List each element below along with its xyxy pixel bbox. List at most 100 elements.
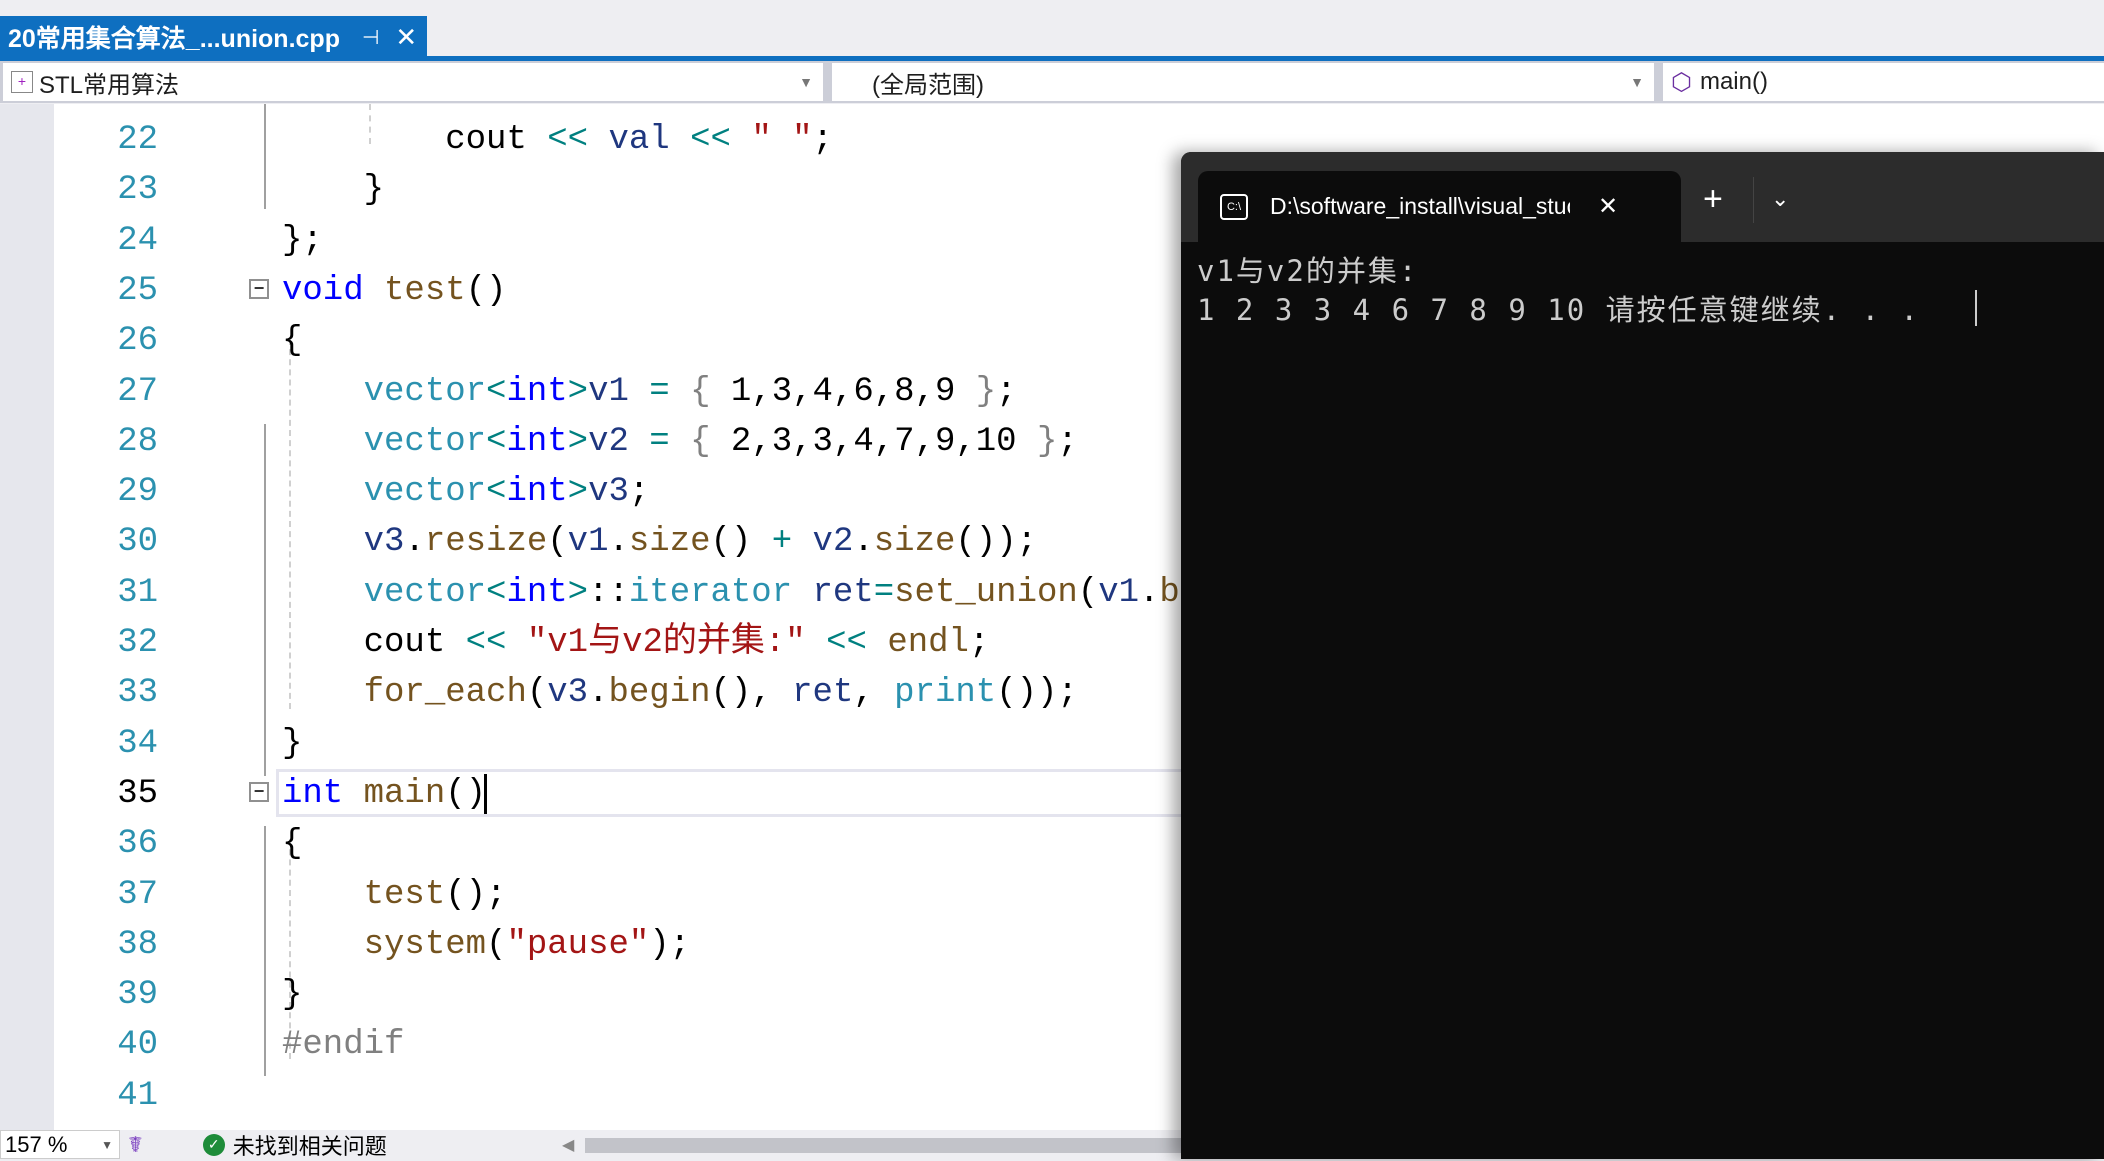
code-token: . — [853, 523, 874, 562]
code-line[interactable]: void test() — [282, 266, 506, 316]
code-token: val — [608, 121, 670, 159]
code-line[interactable]: } — [282, 165, 384, 215]
code-token: test — [363, 875, 446, 914]
code-token: vector — [363, 422, 487, 461]
line-number: 39 — [117, 976, 158, 1015]
code-token: + — [771, 523, 793, 562]
line-number: 27 — [117, 372, 158, 411]
code-token: } — [282, 171, 385, 210]
code-token: . — [588, 674, 609, 713]
editor-gutter — [0, 104, 54, 1130]
code-line[interactable]: }; — [282, 216, 323, 266]
cube-icon: ⬡ — [1671, 68, 1692, 96]
outline-bracket — [264, 104, 266, 209]
close-tab-icon[interactable]: ✕ — [395, 22, 417, 53]
chevron-down-icon[interactable]: ⌄ — [1771, 186, 1789, 212]
pin-icon[interactable]: ⊣ — [362, 25, 379, 50]
document-tab[interactable]: 20常用集合算法_...union.cpp ⊣ ✕ — [0, 16, 427, 58]
code-token: int — [506, 422, 568, 461]
outline-bracket — [264, 424, 266, 776]
intellicode-icon[interactable]: ☤ — [128, 1132, 143, 1158]
code-line[interactable]: #endif — [282, 1020, 404, 1070]
code-line[interactable]: cout << val << " "; — [282, 115, 833, 165]
terminal-tab[interactable]: C:\ D:\software_install\visual_stuc ✕ — [1198, 171, 1681, 242]
code-line[interactable]: } — [282, 970, 302, 1020]
code-line[interactable]: vector<int>v1 = { 1,3,4,6,8,9 }; — [282, 367, 1017, 417]
code-token: < — [486, 372, 507, 411]
issues-status[interactable]: 未找到相关问题 — [233, 1129, 387, 1161]
line-number: 41 — [117, 1076, 158, 1115]
code-token: () — [445, 774, 487, 813]
code-token: ; — [1057, 422, 1078, 461]
code-token: v3 — [588, 473, 629, 512]
code-token: << — [547, 121, 589, 159]
text-caret — [484, 774, 487, 814]
navigation-bar: + STL常用算法 ▼ (全局范围) ▼ ⬡ main() — [0, 61, 2104, 103]
line-number: 40 — [117, 1026, 158, 1065]
code-line[interactable]: test(); — [282, 870, 507, 920]
horizontal-scrollbar[interactable] — [585, 1138, 1285, 1153]
code-line[interactable]: { — [282, 316, 302, 366]
code-token: } — [282, 724, 303, 763]
project-icon: + — [11, 71, 33, 93]
terminal-window[interactable]: C:\ D:\software_install\visual_stuc ✕ + … — [1181, 152, 2104, 1159]
scope-dropdown[interactable]: (全局范围) ▼ — [832, 63, 1654, 101]
line-number: 28 — [117, 422, 158, 461]
code-token: cout — [363, 624, 446, 662]
zoom-level: 157 % — [5, 1131, 68, 1157]
document-tab-title: 20常用集合算法_...union.cpp — [8, 25, 340, 53]
code-token: vector — [363, 473, 487, 512]
code-token: < — [486, 473, 507, 512]
terminal-tab-title: D:\software_install\visual_stuc — [1270, 193, 1570, 219]
collapse-icon[interactable]: − — [249, 782, 269, 802]
code-token: int — [282, 774, 344, 813]
code-token: size — [628, 523, 711, 562]
terminal-cursor — [1975, 290, 1977, 326]
code-line[interactable]: v3.resize(v1.size() + v2.size()); — [282, 517, 1037, 567]
line-number: 35 — [117, 774, 158, 813]
divider — [1753, 177, 1754, 223]
code-token: < — [486, 422, 507, 461]
zoom-dropdown[interactable]: 157 % ▼ — [0, 1130, 120, 1159]
code-line[interactable]: int main() — [282, 769, 486, 819]
collapse-icon[interactable]: − — [249, 279, 269, 299]
code-line[interactable]: cout << "v1与v2的并集:" << endl; — [282, 618, 990, 668]
console-icon: C:\ — [1220, 193, 1248, 220]
project-dropdown[interactable]: + STL常用算法 ▼ — [3, 63, 823, 101]
code-token: v2 — [812, 523, 854, 562]
code-token: ret — [812, 573, 874, 612]
code-token: << — [465, 624, 507, 662]
outline-bracket — [264, 826, 266, 1076]
new-tab-button[interactable]: + — [1703, 180, 1723, 219]
code-token: int — [506, 473, 568, 512]
line-number: 30 — [117, 523, 158, 562]
code-line[interactable]: vector<int>v3; — [282, 467, 650, 517]
scroll-left-icon[interactable]: ◀ — [562, 1135, 574, 1155]
code-line[interactable]: system("pause"); — [282, 920, 690, 970]
line-number: 22 — [117, 121, 158, 159]
code-line[interactable]: vector<int>::iterator ret=set_union(v1.b — [282, 568, 1180, 618]
code-token: v3 — [363, 523, 405, 562]
code-line[interactable]: { — [282, 819, 302, 869]
code-line[interactable]: vector<int>v2 = { 2,3,3,4,7,9,10 }; — [282, 417, 1078, 467]
code-token: () — [710, 523, 772, 562]
code-token: b — [1159, 573, 1180, 612]
member-dropdown[interactable]: ⬡ main() — [1663, 63, 2104, 101]
code-line[interactable]: for_each(v3.begin(), ret, print()); — [282, 668, 1078, 718]
code-line[interactable]: } — [282, 719, 302, 769]
code-token: }; — [282, 221, 323, 260]
code-token: " " — [751, 121, 813, 159]
close-icon[interactable]: ✕ — [1598, 192, 1618, 221]
